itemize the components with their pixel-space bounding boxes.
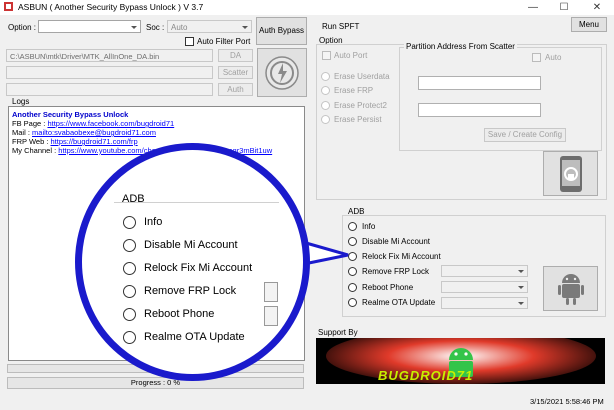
erase-frp-radio[interactable] <box>321 86 330 95</box>
logs-title: Logs <box>12 97 30 106</box>
zoom-callout: ADB Info Disable Mi Account Relock Fix M… <box>75 143 310 381</box>
zoom-reboot-radio[interactable] <box>123 308 136 321</box>
adb-reboot-radio[interactable] <box>348 283 357 292</box>
zoom-group-line <box>114 202 279 203</box>
zoom-relock-mi-radio[interactable] <box>123 262 136 275</box>
app-icon <box>4 2 13 11</box>
menu-button[interactable]: Menu <box>571 17 607 32</box>
erase-protect2-label: Erase Protect2 <box>334 101 387 110</box>
log-line: FB Page : https://www.facebook.com/bugdr… <box>12 119 175 128</box>
support-banner-text: BUGDROID71 <box>378 368 474 383</box>
save-config-button[interactable]: Save / Create Config <box>484 128 566 142</box>
adb-reboot-label: Reboot Phone <box>362 283 414 292</box>
zoom-disable-mi-label: Disable Mi Account <box>144 239 238 251</box>
status-datetime: 3/15/2021 5:58:46 PM <box>530 397 604 406</box>
zoom-realme-ota-label: Realme OTA Update <box>144 331 245 343</box>
auth-bypass-button[interactable]: Auth Bypass <box>256 17 307 45</box>
auto-label: Auto <box>545 53 562 62</box>
zoom-disable-mi-radio[interactable] <box>123 239 136 252</box>
chevron-down-icon <box>518 270 524 273</box>
phone-unlock-button[interactable] <box>543 151 598 196</box>
zoom-reboot-label: Reboot Phone <box>144 308 215 320</box>
adb-relock-mi-radio[interactable] <box>348 252 357 261</box>
zoom-adb-title: ADB <box>122 193 145 205</box>
zoom-remove-frp-radio[interactable] <box>123 285 136 298</box>
option-label: Option : <box>8 23 37 32</box>
auto-filter-port-checkbox[interactable] <box>185 37 194 46</box>
log-heading: Another Security Bypass Unlock <box>12 110 129 119</box>
auto-filter-port-label: Auto Filter Port <box>197 37 251 46</box>
erase-persist-radio[interactable] <box>321 115 330 124</box>
partition-title: Partition Address From Scatter <box>404 42 517 51</box>
erase-protect2-radio[interactable] <box>321 101 330 110</box>
title-bar: ASBUN ( Another Security Bypass Unlock )… <box>0 0 614 15</box>
adb-info-radio[interactable] <box>348 222 357 231</box>
auto-checkbox[interactable] <box>532 53 541 62</box>
erase-persist-label: Erase Persist <box>334 115 382 124</box>
progress-label: Progress : 0 % <box>7 377 304 389</box>
frp-mode-select[interactable] <box>441 265 528 277</box>
zoom-remove-frp-label: Remove FRP Lock <box>144 285 237 297</box>
zoom-info-radio[interactable] <box>123 216 136 229</box>
da-button[interactable]: DA <box>218 49 253 62</box>
zoom-content: ADB Info Disable Mi Account Relock Fix M… <box>82 150 303 374</box>
mail-link[interactable]: mailto:svabaobexe@bugdroid71.com <box>32 128 156 137</box>
da-path-value: C:\ASBUN\mtk\Driver\MTK_AllInOne_DA.bin <box>10 52 160 61</box>
minimize-button[interactable]: — <box>518 0 548 15</box>
adb-remove-frp-radio[interactable] <box>348 267 357 276</box>
auto-port-label: Auto Port <box>334 51 368 60</box>
erase-userdata-label: Erase Userdata <box>334 72 390 81</box>
support-title: Support By <box>318 328 358 337</box>
zoom-combo-edge <box>264 282 278 302</box>
maximize-button[interactable]: ☐ <box>549 0 579 15</box>
zoom-combo-edge <box>264 306 278 326</box>
adb-disable-mi-radio[interactable] <box>348 237 357 246</box>
auth-path-field[interactable] <box>6 83 213 96</box>
zoom-relock-mi-label: Relock Fix Mi Account <box>144 262 253 274</box>
soc-label: Soc : <box>146 23 165 32</box>
chevron-down-icon <box>242 25 248 29</box>
android-adb-button[interactable] <box>543 266 598 311</box>
chevron-down-icon <box>518 286 524 289</box>
option-select[interactable] <box>38 20 141 33</box>
log-line: Mail : mailto:svabaobexe@bugdroid71.com <box>12 128 156 137</box>
adb-realme-ota-radio[interactable] <box>348 298 357 307</box>
close-button[interactable]: ✕ <box>582 0 612 15</box>
da-path-field[interactable]: C:\ASBUN\mtk\Driver\MTK_AllInOne_DA.bin <box>6 49 213 62</box>
frp-web-link[interactable]: https://bugdroid71.com/frp <box>51 137 138 146</box>
chevron-down-icon <box>131 25 137 29</box>
support-banner[interactable]: BUGDROID71 <box>316 338 605 384</box>
adb-realme-ota-label: Realme OTA Update <box>362 298 436 307</box>
adb-info-label: Info <box>362 222 376 231</box>
window-title: ASBUN ( Another Security Bypass Unlock )… <box>18 2 204 12</box>
erase-userdata-radio[interactable] <box>321 72 330 81</box>
ota-mode-select[interactable] <box>441 297 528 309</box>
partition-start-input[interactable] <box>418 76 541 90</box>
erase-frp-label: Erase FRP <box>334 86 374 95</box>
run-spft-tab[interactable]: Run SPFT <box>322 22 359 31</box>
android-robot-icon <box>558 274 584 305</box>
log-line: FRP Web : https://bugdroid71.com/frp <box>12 137 138 146</box>
partition-length-input[interactable] <box>418 103 541 117</box>
chevron-down-icon <box>518 302 524 305</box>
scatter-button[interactable]: Scatter <box>218 66 253 79</box>
adb-disable-mi-label: Disable Mi Account <box>362 237 431 246</box>
reboot-mode-select[interactable] <box>441 281 528 293</box>
soc-select[interactable]: Auto <box>167 20 252 33</box>
auth-power-button[interactable] <box>257 48 307 97</box>
scatter-path-field[interactable] <box>6 66 213 79</box>
auto-port-checkbox[interactable] <box>322 51 331 60</box>
soc-value: Auto <box>171 23 188 32</box>
zoom-realme-ota-radio[interactable] <box>123 331 136 344</box>
fb-page-link[interactable]: https://www.facebook.com/bugdroid71 <box>47 119 174 128</box>
auth-button[interactable]: Auth <box>218 83 253 96</box>
zoom-info-label: Info <box>144 216 163 228</box>
phone-unlock-icon <box>560 156 582 192</box>
adb-relock-mi-label: Relock Fix Mi Account <box>362 252 441 261</box>
adb-remove-frp-label: Remove FRP Lock <box>362 267 429 276</box>
power-bolt-icon <box>265 56 299 90</box>
